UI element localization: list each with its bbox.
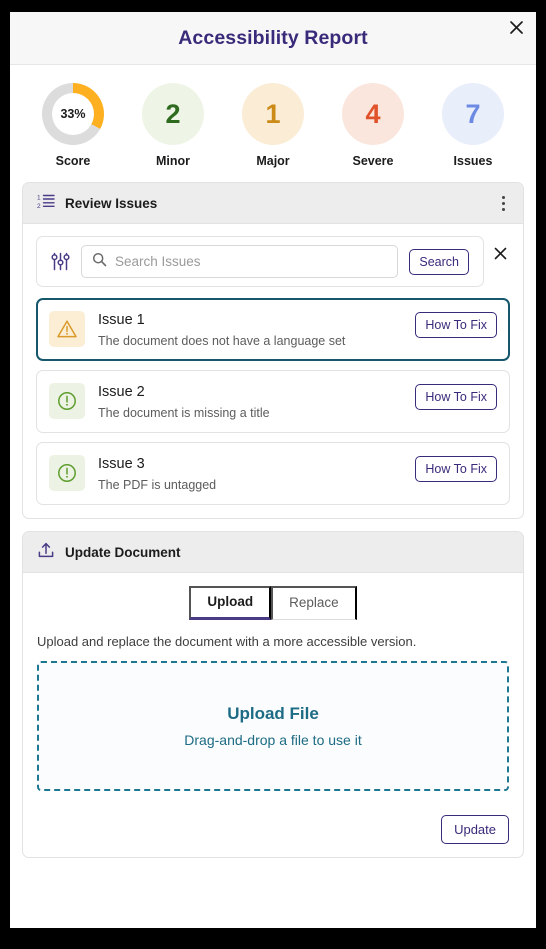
summary-stats: 33% Score 2 Minor 1 Major 4 Severe 7 Iss… bbox=[10, 65, 536, 182]
issue-description: The PDF is untagged bbox=[98, 478, 217, 492]
issues-count-value: 7 bbox=[465, 98, 481, 129]
issue-description: The document does not have a language se… bbox=[98, 334, 346, 348]
update-button[interactable]: Update bbox=[441, 815, 509, 844]
stat-label-score: Score bbox=[55, 154, 91, 168]
stat-label-issues: Issues bbox=[453, 154, 493, 168]
severe-count-value: 4 bbox=[365, 98, 381, 129]
issue-item-2[interactable]: Issue 2 The document is missing a title … bbox=[36, 370, 510, 433]
issues-count-circle: 7 bbox=[442, 83, 504, 145]
stat-major: 1 Major bbox=[229, 83, 317, 168]
page-title: Accessibility Report bbox=[178, 26, 368, 49]
file-dropzone[interactable]: Upload File Drag-and-drop a file to use … bbox=[37, 661, 509, 791]
upload-panel: Upload and replace the document with a m… bbox=[23, 620, 523, 803]
svg-text:2: 2 bbox=[37, 203, 41, 209]
search-icon bbox=[92, 252, 107, 272]
kebab-menu-icon[interactable] bbox=[498, 194, 509, 213]
search-close-icon[interactable] bbox=[491, 244, 509, 262]
update-actions: Update bbox=[23, 803, 523, 857]
review-issues-card: 1 2 Review Issues Search Issues Search I… bbox=[22, 182, 524, 519]
info-circle-icon bbox=[49, 383, 85, 419]
issue-title: Issue 2 bbox=[98, 384, 145, 400]
upload-tray-icon bbox=[37, 541, 55, 564]
update-document-title: Update Document bbox=[65, 544, 181, 560]
search-input[interactable] bbox=[115, 254, 388, 269]
minor-count-circle: 2 bbox=[142, 83, 204, 145]
stat-severe: 4 Severe bbox=[329, 83, 417, 168]
score-donut-chart: 33% bbox=[42, 83, 104, 145]
dropzone-title: Upload File bbox=[227, 704, 319, 723]
score-value: 33% bbox=[52, 93, 94, 135]
major-count-circle: 1 bbox=[242, 83, 304, 145]
issue-title: Issue 1 bbox=[98, 312, 145, 328]
issue-list: Issue 1 The document does not have a lan… bbox=[23, 287, 523, 518]
search-area: Search bbox=[23, 224, 523, 287]
how-to-fix-button-3[interactable]: How To Fix bbox=[415, 456, 497, 482]
stat-score: 33% Score bbox=[29, 83, 117, 168]
tab-replace[interactable]: Replace bbox=[271, 586, 357, 620]
stat-label-severe: Severe bbox=[352, 154, 394, 168]
major-count-value: 1 bbox=[265, 98, 281, 129]
update-document-card: Update Document Upload Replace Upload an… bbox=[22, 531, 524, 858]
issue-title: Issue 3 bbox=[98, 456, 145, 472]
stat-minor: 2 Minor bbox=[129, 83, 217, 168]
review-issues-title: Review Issues bbox=[65, 195, 158, 211]
accessibility-report-panel: Accessibility Report 33% Score 2 Minor 1… bbox=[10, 12, 536, 928]
numbered-list-icon: 1 2 bbox=[37, 193, 55, 214]
warning-triangle-icon bbox=[49, 311, 85, 347]
screen-frame: Accessibility Report 33% Score 2 Minor 1… bbox=[0, 0, 546, 949]
severe-count-circle: 4 bbox=[342, 83, 404, 145]
issue-description: The document is missing a title bbox=[98, 406, 270, 420]
issue-item-1[interactable]: Issue 1 The document does not have a lan… bbox=[36, 298, 510, 361]
review-issues-header: 1 2 Review Issues bbox=[23, 183, 523, 224]
how-to-fix-button-2[interactable]: How To Fix bbox=[415, 384, 497, 410]
upload-description: Upload and replace the document with a m… bbox=[37, 634, 417, 649]
stat-label-minor: Minor bbox=[155, 154, 191, 168]
close-icon[interactable] bbox=[505, 16, 527, 38]
search-input-wrapper[interactable] bbox=[81, 245, 399, 278]
issue-text-1: Issue 1 The document does not have a lan… bbox=[98, 311, 402, 348]
issue-text-3: Issue 3 The PDF is untagged bbox=[98, 455, 402, 492]
update-tabs: Upload Replace bbox=[23, 573, 523, 620]
search-row: Search bbox=[36, 236, 484, 287]
filter-sliders-icon[interactable] bbox=[51, 252, 70, 271]
info-circle-icon bbox=[49, 455, 85, 491]
issue-text-2: Issue 2 The document is missing a title bbox=[98, 383, 402, 420]
stat-issues: 7 Issues bbox=[429, 83, 517, 168]
dropzone-subtitle: Drag-and-drop a file to use it bbox=[184, 732, 362, 748]
tab-upload[interactable]: Upload bbox=[189, 586, 272, 620]
panel-header: Accessibility Report bbox=[10, 12, 536, 65]
issue-item-3[interactable]: Issue 3 The PDF is untagged How To Fix bbox=[36, 442, 510, 505]
search-button[interactable]: Search bbox=[409, 248, 469, 275]
minor-count-value: 2 bbox=[165, 98, 181, 129]
how-to-fix-button-1[interactable]: How To Fix bbox=[415, 312, 497, 338]
update-document-header: Update Document bbox=[23, 532, 523, 573]
svg-text:1: 1 bbox=[37, 194, 41, 201]
stat-label-major: Major bbox=[256, 154, 290, 168]
